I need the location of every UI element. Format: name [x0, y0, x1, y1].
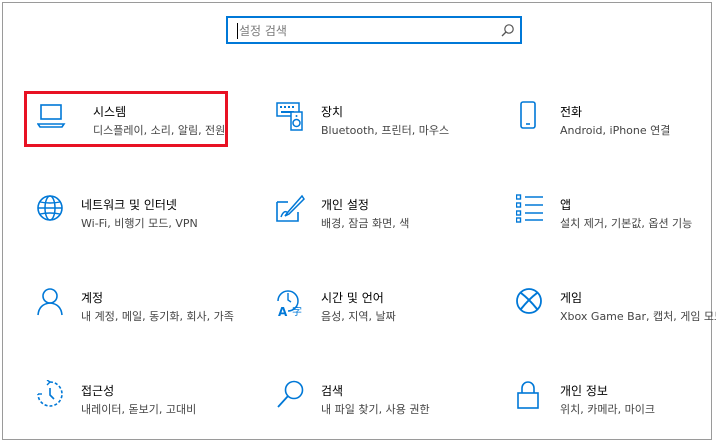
category-accounts[interactable]: 계정 내 계정, 메일, 동기화, 회사, 가족	[37, 287, 237, 337]
lock-icon	[516, 380, 546, 410]
devices-icon	[276, 101, 306, 131]
category-search[interactable]: 검색 내 파일 찾기, 사용 권한	[276, 380, 476, 430]
category-subtitle: Android, iPhone 연결	[560, 124, 671, 137]
category-network[interactable]: 네트워크 및 인터넷 Wi-Fi, 비행기 모드, VPN	[37, 194, 237, 244]
category-title: 장치	[321, 105, 344, 119]
category-gaming[interactable]: 게임 Xbox Game Bar, 캡처, 게임 모드	[516, 287, 716, 337]
category-subtitle: Wi-Fi, 비행기 모드, VPN	[81, 217, 198, 230]
accessibility-icon	[37, 380, 67, 410]
svg-text:A: A	[278, 305, 288, 317]
time-language-icon: A字	[276, 287, 306, 317]
selection-highlight-box	[24, 91, 228, 147]
category-title: 개인 정보	[560, 384, 608, 398]
category-phone[interactable]: 전화 Android, iPhone 연결	[516, 101, 716, 151]
category-subtitle: 내 계정, 메일, 동기화, 회사, 가족	[81, 310, 234, 323]
category-subtitle: Bluetooth, 프린터, 마우스	[321, 124, 450, 137]
category-devices[interactable]: 장치 Bluetooth, 프린터, 마우스	[276, 101, 476, 151]
category-time-language[interactable]: A字 시간 및 언어 음성, 지역, 날짜	[276, 287, 476, 337]
category-title: 시간 및 언어	[321, 291, 384, 305]
search-icon	[276, 380, 306, 410]
category-title: 검색	[321, 384, 344, 398]
search-icon[interactable]	[500, 23, 515, 38]
category-subtitle: 내레이터, 돋보기, 고대비	[81, 403, 197, 416]
category-accessibility[interactable]: 접근성 내레이터, 돋보기, 고대비	[37, 380, 237, 430]
category-subtitle: 음성, 지역, 날짜	[321, 310, 396, 323]
category-title: 전화	[560, 105, 583, 119]
category-privacy[interactable]: 개인 정보 위치, 카메라, 마이크	[516, 380, 716, 430]
person-icon	[37, 287, 67, 317]
category-title: 계정	[81, 291, 104, 305]
xbox-icon	[516, 287, 546, 317]
phone-icon	[516, 101, 546, 131]
category-subtitle: 배경, 잠금 화면, 색	[321, 217, 410, 230]
category-title: 네트워크 및 인터넷	[81, 198, 177, 212]
category-subtitle: Xbox Game Bar, 캡처, 게임 모드	[560, 310, 716, 323]
svg-text:字: 字	[292, 305, 302, 317]
category-title: 접근성	[81, 384, 115, 398]
text-caret	[237, 23, 238, 39]
search-input[interactable]: 설정 검색	[239, 23, 287, 39]
category-title: 게임	[560, 291, 583, 305]
apps-list-icon	[516, 194, 546, 224]
personalization-icon	[276, 194, 306, 224]
globe-icon	[37, 194, 67, 224]
category-subtitle: 설치 제거, 기본값, 옵션 기능	[560, 217, 693, 230]
category-personalization[interactable]: 개인 설정 배경, 잠금 화면, 색	[276, 194, 476, 244]
category-subtitle: 내 파일 찾기, 사용 권한	[321, 403, 430, 416]
category-title: 개인 설정	[321, 198, 369, 212]
category-apps[interactable]: 앱 설치 제거, 기본값, 옵션 기능	[516, 194, 716, 244]
search-box[interactable]: 설정 검색	[226, 16, 522, 44]
category-title: 앱	[560, 198, 572, 212]
category-subtitle: 위치, 카메라, 마이크	[560, 403, 655, 416]
